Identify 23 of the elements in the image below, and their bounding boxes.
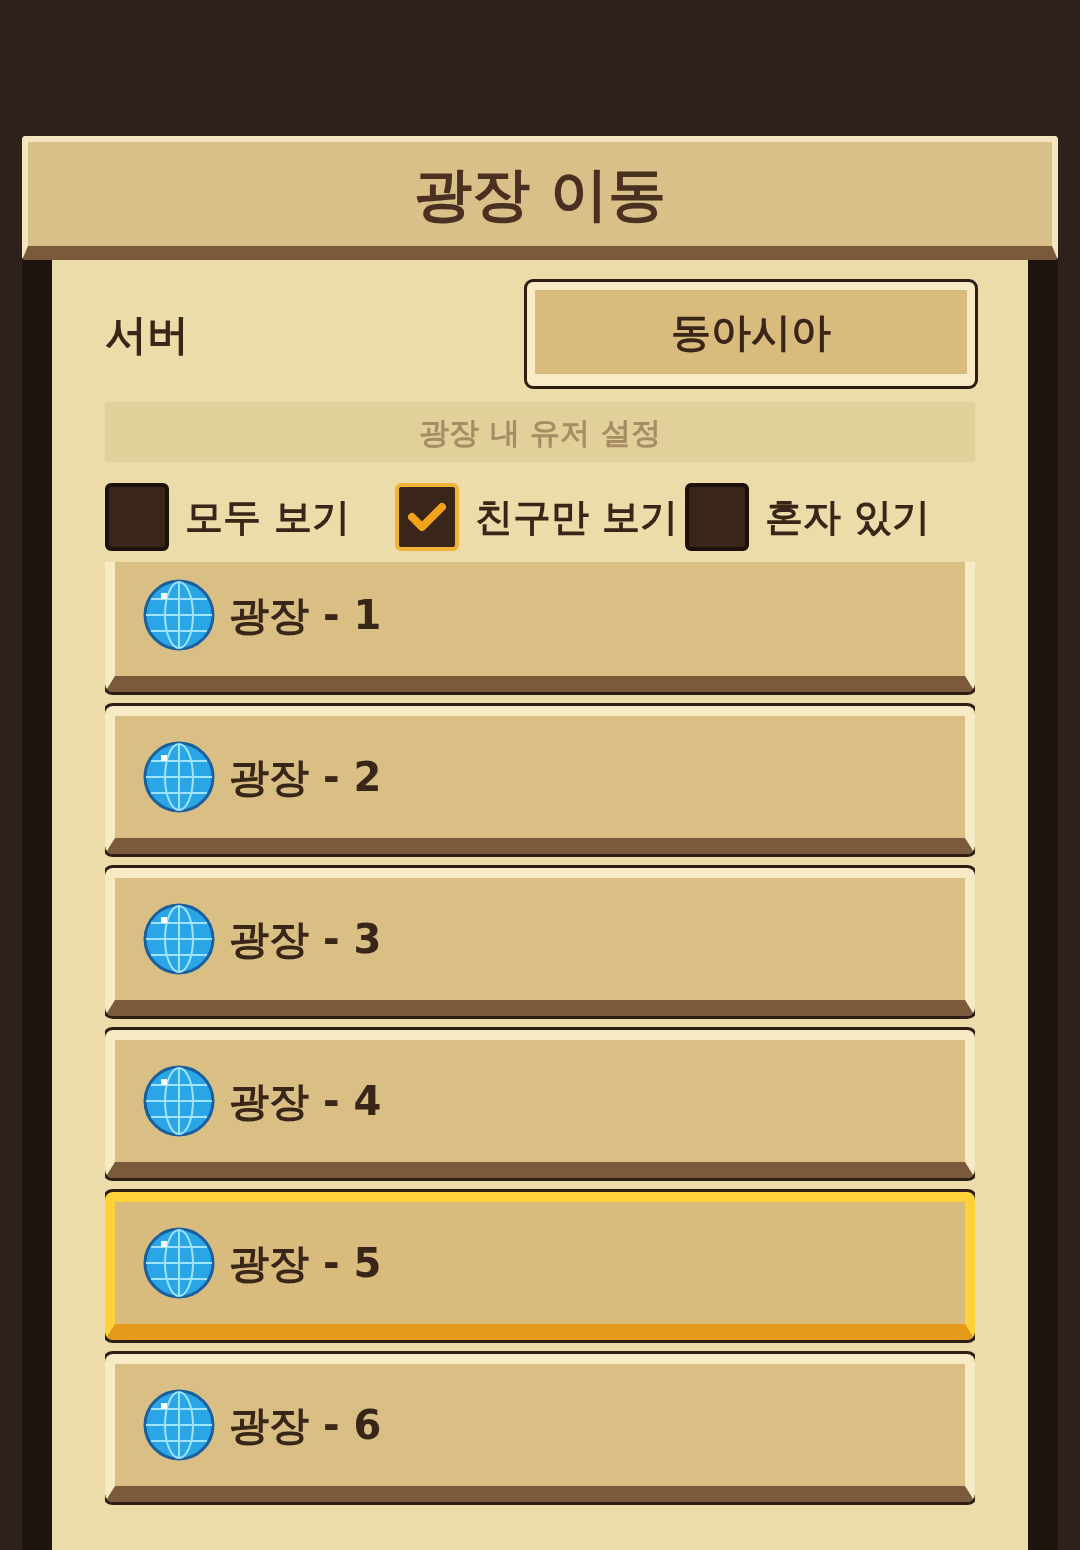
server-label: 서버: [105, 308, 189, 361]
server-dropdown[interactable]: 동아시아: [527, 282, 975, 386]
check-icon: [408, 502, 446, 532]
plaza-item[interactable]: 광장 - 6: [105, 1354, 975, 1502]
globe-icon: [143, 1227, 215, 1299]
plaza-item[interactable]: 광장 - 4: [105, 1030, 975, 1178]
plaza-item[interactable]: 광장 - 1: [105, 562, 975, 692]
globe-icon: [143, 741, 215, 813]
plaza-item[interactable]: 광장 - 3: [105, 868, 975, 1016]
checkbox[interactable]: [105, 483, 169, 551]
globe-icon: [143, 1389, 215, 1461]
plaza-item[interactable]: 광장 - 5: [105, 1192, 975, 1340]
checkbox-label: 모두 보기: [185, 493, 351, 541]
globe-icon: [143, 1065, 215, 1137]
window-title: 광장 이동: [413, 158, 667, 230]
checkbox-label: 혼자 있기: [765, 493, 931, 541]
plaza-item[interactable]: 광장 - 2: [105, 706, 975, 854]
settings-header: 광장 내 유저 설정: [105, 402, 975, 462]
checkbox[interactable]: [685, 483, 749, 551]
checkbox-label: 친구만 보기: [475, 493, 679, 541]
checkbox[interactable]: [395, 483, 459, 551]
globe-icon: [143, 903, 215, 975]
globe-icon: [143, 579, 215, 651]
